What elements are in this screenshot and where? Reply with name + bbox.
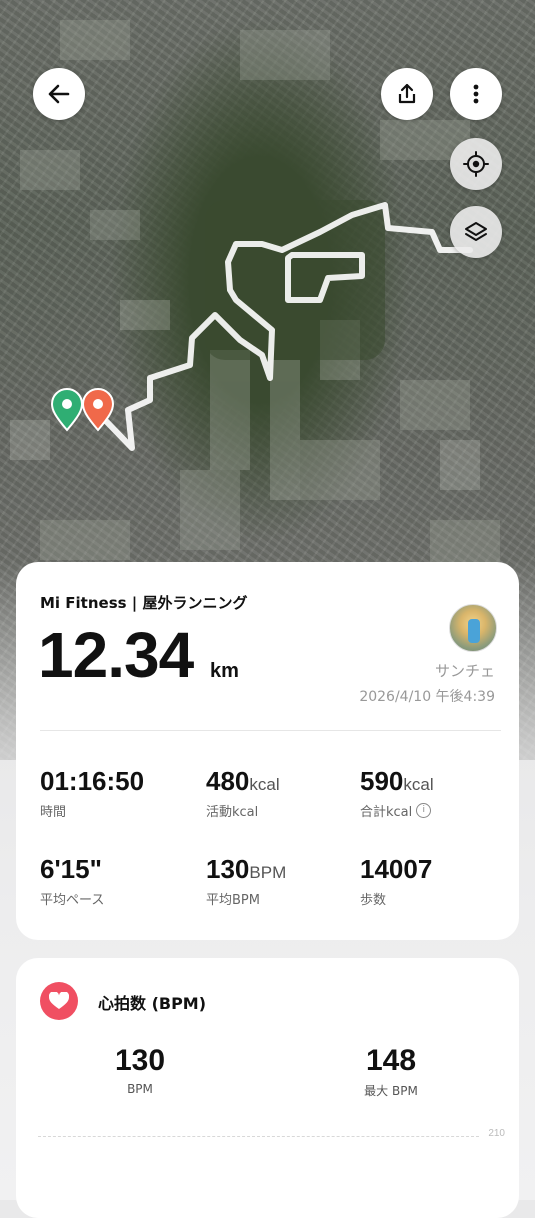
stat-label: 時間	[40, 805, 67, 820]
share-button[interactable]	[381, 68, 433, 120]
start-marker-icon	[50, 388, 84, 432]
avatar[interactable]	[449, 604, 497, 652]
locate-icon	[463, 151, 489, 177]
layers-icon	[465, 222, 487, 241]
stat-active-kcal: 480kcal 活動kcal	[206, 766, 280, 820]
stat-unit: kcal	[249, 775, 280, 794]
stat-duration: 01:16:50 時間	[40, 766, 144, 820]
stat-value: 01:16:50	[40, 766, 145, 796]
workout-title: Mi Fitness | 屋外ランニング	[40, 594, 248, 612]
locate-button[interactable]	[450, 138, 502, 190]
stat-value: 480	[206, 766, 250, 796]
distance-value: 12.34	[38, 619, 194, 691]
more-vertical-icon	[473, 84, 479, 104]
stat-value: 6'15"	[40, 854, 102, 884]
stat-value: 130	[206, 854, 250, 884]
stat-label: 平均BPM	[206, 893, 260, 908]
user-name: サンチェ	[434, 662, 495, 680]
heart-rate-max: 148 最大 BPM	[350, 1044, 432, 1099]
heart-rate-title: 心拍数 (BPM)	[98, 994, 207, 1013]
stat-unit: kcal	[403, 775, 434, 794]
distance-unit: km	[210, 660, 239, 682]
heart-icon	[40, 982, 78, 1020]
back-button[interactable]	[33, 68, 85, 120]
stat-label: 歩数	[360, 893, 387, 908]
heart-rate-card[interactable]: 心拍数 (BPM) 130 BPM 148 最大 BPM 210	[16, 958, 519, 1218]
chart-gridline	[38, 1136, 479, 1137]
info-icon[interactable]: i	[416, 803, 432, 818]
layers-button[interactable]	[450, 206, 502, 258]
stat-avg-bpm: 130BPM 平均BPM	[206, 854, 286, 908]
more-button[interactable]	[450, 68, 502, 120]
stat-label: 活動kcal	[206, 805, 259, 820]
stat-steps: 14007 歩数	[360, 854, 432, 908]
divider	[40, 730, 501, 731]
stat-label: 平均ペース	[40, 893, 105, 908]
arrow-left-icon	[48, 84, 70, 104]
stat-unit: BPM	[249, 863, 287, 882]
share-icon	[398, 83, 416, 104]
heart-rate-avg: 130 BPM	[104, 1044, 176, 1096]
stat-value: 14007	[360, 854, 433, 884]
heart-rate-avg-label: BPM	[127, 1082, 153, 1096]
stat-value: 590	[360, 766, 404, 796]
workout-datetime: 2026/4/10 午後4:39	[359, 689, 495, 705]
heart-rate-max-value: 148	[365, 1044, 417, 1077]
heart-rate-max-label: 最大 BPM	[364, 1084, 418, 1098]
workout-summary-card: Mi Fitness | 屋外ランニング 12.34 km サンチェ 2026/…	[16, 562, 519, 940]
chart-axis-label: 210	[488, 1128, 505, 1139]
stat-label: 合計kcal	[360, 805, 413, 820]
heart-rate-avg-value: 130	[114, 1044, 166, 1077]
stat-total-kcal: 590kcal 合計kcal i	[360, 766, 434, 820]
stat-avg-pace: 6'15" 平均ペース	[40, 854, 104, 908]
